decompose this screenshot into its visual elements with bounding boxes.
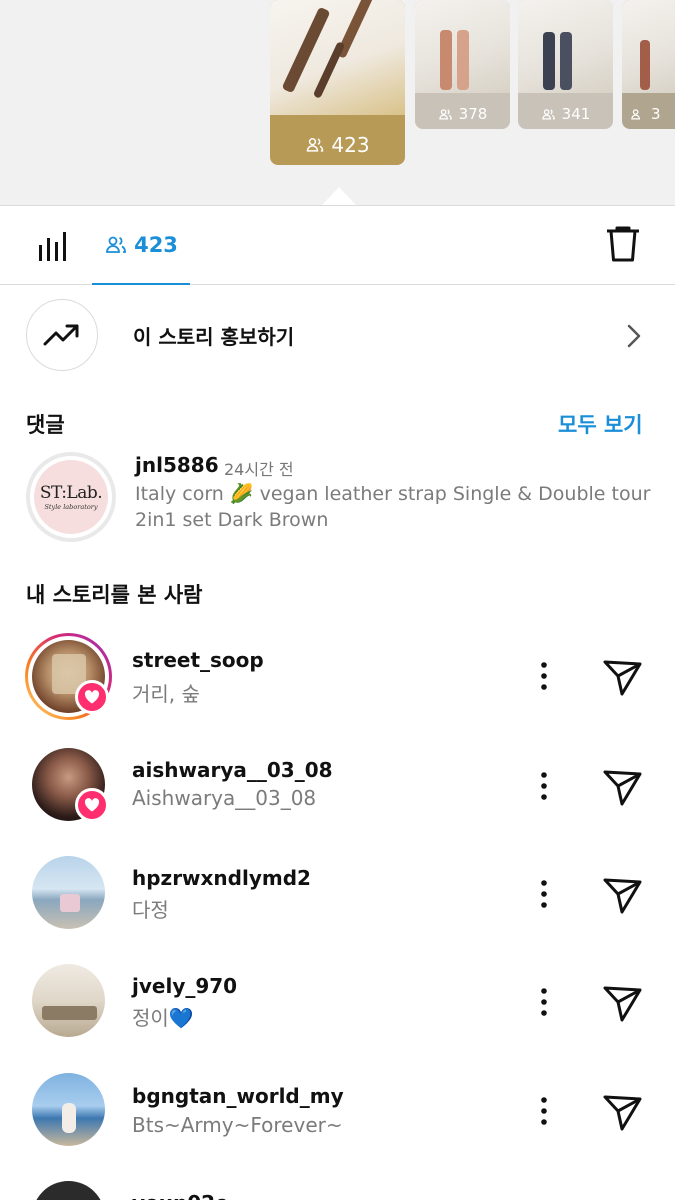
viewer-row[interactable]: bgngtan_world_my Bts~Army~Forever~ xyxy=(0,1073,675,1181)
story-view-count-value: 3 xyxy=(651,105,661,123)
story-view-count-value: 378 xyxy=(458,105,488,123)
story-thumbnail-image xyxy=(270,0,405,115)
story-thumbnail-selected[interactable]: 423 xyxy=(270,0,405,165)
viewers-icon xyxy=(631,108,641,119)
trending-up-icon xyxy=(43,324,79,346)
more-vertical-icon xyxy=(541,1097,547,1125)
more-options-button[interactable] xyxy=(530,658,558,694)
send-message-button[interactable] xyxy=(600,872,644,916)
comment-username[interactable]: jnl5886 xyxy=(135,453,219,477)
story-thumbnail-image xyxy=(622,0,675,93)
story-view-count-value: 341 xyxy=(561,105,591,123)
story-thumbnail-image xyxy=(518,0,613,93)
send-message-button[interactable] xyxy=(600,1089,644,1133)
viewer-row[interactable]: street_soop 거리, 숲 xyxy=(0,633,675,748)
more-vertical-icon xyxy=(541,662,547,690)
delete-story-button[interactable] xyxy=(604,224,642,268)
avatar[interactable] xyxy=(32,1073,105,1146)
story-view-count: 341 xyxy=(518,105,613,123)
viewer-row[interactable]: aishwarya__03_08 Aishwarya__03_08 xyxy=(0,748,675,856)
viewers-icon xyxy=(541,108,555,119)
trash-icon xyxy=(607,226,639,262)
viewer-username[interactable]: aishwarya__03_08 xyxy=(132,758,333,782)
send-message-button[interactable] xyxy=(600,654,644,698)
tab-stats[interactable] xyxy=(36,228,70,264)
comment-avatar[interactable]: ST:Lab. Style laboratory xyxy=(26,452,116,542)
heart-icon xyxy=(84,690,100,704)
avatar[interactable] xyxy=(32,856,105,929)
avatar[interactable] xyxy=(32,964,105,1037)
story-thumbnail-image xyxy=(415,0,510,93)
like-badge xyxy=(75,680,109,714)
chevron-right-icon xyxy=(627,324,641,348)
story-thumbnail[interactable]: 341 xyxy=(518,0,613,129)
viewer-row[interactable]: youn02e xyxy=(0,1181,675,1200)
comment-timestamp: 24시간 전 xyxy=(224,460,294,479)
comments-section-title: 댓글 xyxy=(26,413,65,437)
more-vertical-icon xyxy=(541,772,547,800)
viewer-fullname: 거리, 숲 xyxy=(132,682,200,706)
viewers-icon xyxy=(438,108,452,119)
viewer-row[interactable]: jvely_970 정이💙 xyxy=(0,964,675,1072)
more-vertical-icon xyxy=(541,880,547,908)
viewer-fullname: Aishwarya__03_08 xyxy=(132,786,317,810)
bar-chart-icon xyxy=(39,232,66,261)
more-options-button[interactable] xyxy=(530,876,558,912)
viewer-fullname: 정이💙 xyxy=(132,1006,194,1030)
viewer-username[interactable]: street_soop xyxy=(132,648,264,672)
story-view-count: 423 xyxy=(270,133,405,157)
story-insights-tabbar: 423 xyxy=(0,205,675,285)
promote-icon-circle xyxy=(26,299,98,371)
more-options-button[interactable] xyxy=(530,768,558,804)
viewer-fullname: Bts~Army~Forever~ xyxy=(132,1113,343,1137)
viewer-row[interactable]: hpzrwxndlymd2 다정 xyxy=(0,856,675,964)
selected-story-pointer xyxy=(322,187,356,205)
more-options-button[interactable] xyxy=(530,984,558,1020)
viewers-section-title: 내 스토리를 본 사람 xyxy=(26,583,203,607)
comment-text: Italy corn 🌽 vegan leather strap Single … xyxy=(135,483,651,531)
viewer-username[interactable]: youn02e xyxy=(132,1191,229,1200)
viewer-fullname: 다정 xyxy=(132,898,169,922)
tab-viewers-count: 423 xyxy=(134,232,178,257)
more-vertical-icon xyxy=(541,988,547,1016)
stlab-logo: ST:Lab. Style laboratory xyxy=(34,460,108,534)
story-thumbnail[interactable]: 3 xyxy=(622,0,675,129)
promote-story-row[interactable]: 이 스토리 홍보하기 xyxy=(0,285,675,385)
logo-text: ST:Lab. xyxy=(39,483,103,503)
story-view-count-value: 423 xyxy=(331,133,370,157)
avatar[interactable] xyxy=(32,1181,105,1200)
viewer-username[interactable]: hpzrwxndlymd2 xyxy=(132,866,311,890)
story-thumbnail[interactable]: 378 xyxy=(415,0,510,129)
see-all-comments-link[interactable]: 모두 보기 xyxy=(558,409,643,439)
logo-subtext: Style laboratory xyxy=(44,503,98,511)
like-badge xyxy=(75,788,109,822)
promote-story-label: 이 스토리 홍보하기 xyxy=(133,325,295,349)
send-message-button[interactable] xyxy=(600,980,644,1024)
story-view-count: 3 xyxy=(622,105,675,123)
viewer-username[interactable]: bgngtan_world_my xyxy=(132,1084,344,1108)
more-options-button[interactable] xyxy=(530,1093,558,1129)
send-message-button[interactable] xyxy=(600,764,644,808)
story-view-count: 378 xyxy=(415,105,510,123)
tab-viewers[interactable]: 423 xyxy=(92,206,190,285)
viewers-icon xyxy=(106,236,126,253)
heart-icon xyxy=(84,798,100,812)
story-thumbnail-strip: 423 378 341 3 xyxy=(0,0,675,205)
viewer-username[interactable]: jvely_970 xyxy=(132,974,237,998)
viewers-icon xyxy=(307,138,324,152)
